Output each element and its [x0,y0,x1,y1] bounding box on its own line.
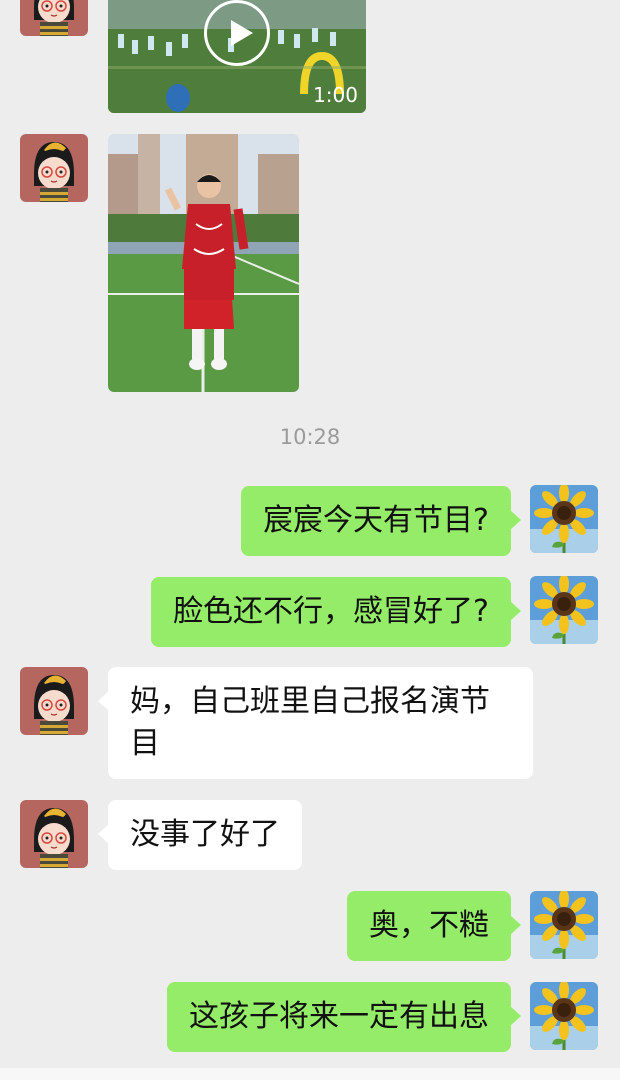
photo-thumbnail[interactable] [108,134,299,392]
self-avatar[interactable] [530,576,598,644]
contact-avatar[interactable] [20,800,88,868]
self-avatar[interactable] [530,485,598,553]
message-bubble-outgoing[interactable]: 宸宸今天有节目? [241,486,521,556]
video-thumbnail[interactable]: 1:00 [108,0,366,113]
chat-timestamp: 10:28 [279,425,341,449]
message-bubble-outgoing[interactable]: 脸色还不行，感冒好了? [151,577,521,647]
message-bubble-incoming[interactable]: 妈，自己班里自己报名演节目 [98,667,533,779]
self-avatar[interactable] [530,982,598,1050]
contact-avatar[interactable] [20,667,88,735]
input-bar-edge [0,1068,620,1080]
message-bubble-outgoing[interactable]: 这孩子将来一定有出息 [167,982,521,1052]
video-duration: 1:00 [313,83,358,107]
contact-avatar[interactable] [20,134,88,202]
message-bubble-outgoing[interactable]: 奥，不糙 [347,891,521,961]
play-icon[interactable] [204,0,270,66]
message-bubble-incoming[interactable]: 没事了好了 [98,800,302,870]
contact-avatar[interactable] [20,0,88,36]
self-avatar[interactable] [530,891,598,959]
